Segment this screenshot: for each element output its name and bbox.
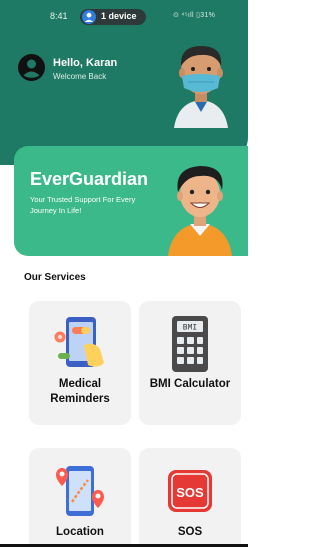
masked-person-illustration	[168, 38, 234, 133]
banner-title: EverGuardian	[30, 169, 149, 189]
service-card-sos[interactable]: SOS SOS	[139, 448, 241, 547]
service-card-location[interactable]: Location	[29, 448, 131, 547]
device-label: 1 device	[101, 11, 137, 21]
calculator-screen-text: BMI	[183, 324, 197, 333]
banner-tagline: Your Trusted Support For Every Journey I…	[30, 195, 136, 215]
device-indicator[interactable]: 1 device	[80, 9, 146, 25]
service-card-bmi-calculator[interactable]: BMI BMI Calculator	[139, 301, 241, 425]
greeting-subtitle: Welcome Back	[53, 72, 107, 81]
user-icon	[82, 10, 96, 24]
section-title: Our Services	[24, 272, 86, 283]
status-bar: 8:41 1 device ⊙ ⁴⁵ıll ▯31%	[0, 0, 248, 30]
sos-icon: SOS	[164, 462, 216, 523]
phone-pills-icon	[54, 315, 106, 376]
header: 8:41 1 device ⊙ ⁴⁵ıll ▯31% Hello, Karan …	[0, 0, 248, 165]
card-label: SOS	[177, 526, 203, 538]
greeting-title: Hello, Karan	[53, 57, 118, 69]
card-label: BMI Calculator	[149, 378, 231, 390]
smiling-boy-illustration	[160, 160, 240, 256]
promo-banner[interactable]: EverGuardian Your Trusted Support For Ev…	[14, 146, 248, 256]
sos-icon-text: SOS	[176, 485, 204, 500]
status-indicators: ⊙ ⁴⁵ıll ▯31%	[173, 12, 216, 19]
calculator-icon: BMI	[164, 315, 216, 378]
card-label: Medical Reminders	[50, 378, 110, 405]
service-card-medical-reminders[interactable]: Medical Reminders	[29, 301, 131, 425]
card-label: Location	[56, 526, 104, 538]
profile-avatar-icon[interactable]	[18, 54, 45, 86]
status-time: 8:41	[50, 11, 68, 21]
map-pin-icon	[54, 462, 106, 523]
